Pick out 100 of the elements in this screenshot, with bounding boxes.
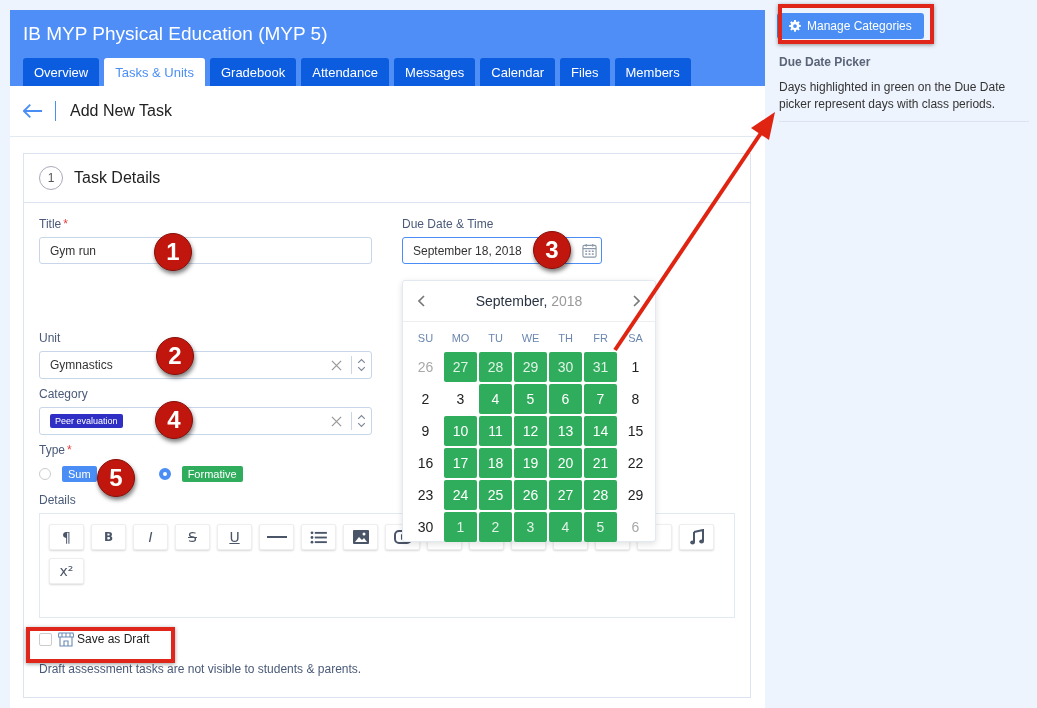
checkbox-label[interactable]: Save as Draft bbox=[77, 632, 150, 646]
calendar-day[interactable]: 29 bbox=[619, 480, 652, 510]
calendar-day[interactable]: 5 bbox=[514, 384, 547, 414]
calendar-day[interactable]: 10 bbox=[444, 416, 477, 446]
calendar-day[interactable]: 6 bbox=[549, 384, 582, 414]
calendar-day[interactable]: 30 bbox=[549, 352, 582, 382]
year-label: 2018 bbox=[551, 293, 583, 309]
field-label: Category bbox=[39, 387, 88, 401]
calendar-day[interactable]: 3 bbox=[444, 384, 477, 414]
calendar-day[interactable]: 27 bbox=[549, 480, 582, 510]
sidebar-heading: Due Date Picker bbox=[779, 55, 872, 69]
required-mark: * bbox=[63, 217, 68, 231]
weekday-label: SU bbox=[417, 332, 434, 346]
calendar-day[interactable]: 22 bbox=[619, 448, 652, 478]
calendar-day[interactable]: 4 bbox=[549, 512, 582, 542]
calendar-day[interactable]: 15 bbox=[619, 416, 652, 446]
calendar-day[interactable]: 1 bbox=[444, 512, 477, 542]
calendar-day[interactable]: 23 bbox=[409, 480, 442, 510]
draft-note: Draft assessment tasks are not visible to students & parents. bbox=[39, 662, 363, 676]
list-button[interactable] bbox=[301, 524, 336, 550]
calendar-day[interactable]: 13 bbox=[549, 416, 582, 446]
page-title: Add New Task bbox=[70, 102, 172, 120]
weekday-label: WE bbox=[521, 332, 540, 346]
horizontal-line-button[interactable] bbox=[259, 524, 294, 550]
calendar-day[interactable]: 30 bbox=[409, 512, 442, 542]
month-label: September, bbox=[475, 293, 548, 309]
image-button[interactable] bbox=[343, 524, 378, 550]
type-tag: Formative bbox=[181, 466, 243, 482]
next-chevron-icon[interactable] bbox=[632, 295, 640, 307]
calendar-day[interactable]: 26 bbox=[514, 480, 547, 510]
calendar-day[interactable]: 29 bbox=[514, 352, 547, 382]
calendar-day[interactable]: 2 bbox=[409, 384, 442, 414]
list-icon bbox=[310, 530, 327, 544]
bold-button[interactable]: B bbox=[91, 524, 126, 550]
weekday-label: FR bbox=[593, 332, 608, 346]
checkbox[interactable] bbox=[39, 632, 52, 646]
tab[interactable]: Overview bbox=[23, 58, 100, 86]
toolbar-button[interactable]: ¶ bbox=[49, 524, 84, 550]
calendar-day[interactable]: 4 bbox=[479, 384, 512, 414]
horizontal-line-icon bbox=[266, 535, 287, 539]
weekday-label: TU bbox=[488, 332, 503, 346]
sidebar-text: Days highlighted in green on the Due Date picker represent days with class periods. bbox=[779, 79, 1007, 113]
calendar-day[interactable]: 3 bbox=[514, 512, 547, 542]
calendar-day[interactable]: 19 bbox=[514, 448, 547, 478]
tab[interactable]: Messages bbox=[394, 58, 476, 86]
radio-button[interactable] bbox=[158, 468, 171, 480]
weekday-label: MO bbox=[451, 332, 470, 346]
tab[interactable]: Members bbox=[614, 58, 691, 86]
tab[interactable]: Tasks & Units bbox=[104, 58, 205, 86]
calendar-day[interactable]: 28 bbox=[584, 480, 617, 510]
type-tag: Sum bbox=[62, 466, 97, 482]
music-note-icon bbox=[689, 529, 704, 545]
calendar-day[interactable]: 14 bbox=[584, 416, 617, 446]
calendar-day[interactable]: 8 bbox=[619, 384, 652, 414]
storefront-icon bbox=[58, 631, 74, 647]
calendar-day[interactable]: 9 bbox=[409, 416, 442, 446]
tab[interactable]: Calendar bbox=[480, 58, 556, 86]
section-title: Task Details bbox=[74, 169, 161, 187]
calendar-day[interactable]: 20 bbox=[549, 448, 582, 478]
calendar-day[interactable]: 16 bbox=[409, 448, 442, 478]
calendar-day[interactable]: 24 bbox=[444, 480, 477, 510]
calendar-day[interactable]: 5 bbox=[584, 512, 617, 542]
calendar-day[interactable]: 12 bbox=[514, 416, 547, 446]
calendar-day[interactable]: 18 bbox=[479, 448, 512, 478]
calendar-day[interactable]: 2 bbox=[479, 512, 512, 542]
calendar-day[interactable]: 27 bbox=[444, 352, 477, 382]
field-label: Title bbox=[39, 217, 62, 231]
tab[interactable]: Gradebook bbox=[209, 58, 297, 86]
strikethrough-button[interactable]: S bbox=[175, 524, 210, 550]
weekday-label: TH bbox=[558, 332, 573, 346]
calendar-day[interactable]: 26 bbox=[409, 352, 442, 382]
back-arrow-icon[interactable] bbox=[23, 103, 43, 119]
calendar-day[interactable]: 11 bbox=[479, 416, 512, 446]
manage-categories-button[interactable]: Manage Categories bbox=[777, 13, 924, 39]
tab[interactable]: Attendance bbox=[301, 58, 390, 86]
tab[interactable]: Files bbox=[560, 58, 610, 86]
course-title: IB MYP Physical Education (MYP 5) bbox=[23, 23, 329, 46]
italic-button[interactable]: I bbox=[133, 524, 168, 550]
weekday-label: SA bbox=[628, 332, 643, 346]
underline-button[interactable]: U bbox=[217, 524, 252, 550]
clear-icon[interactable] bbox=[331, 415, 342, 427]
music-button[interactable] bbox=[679, 524, 714, 550]
previous-chevron-icon[interactable] bbox=[418, 295, 426, 307]
calendar-day[interactable]: 1 bbox=[619, 352, 652, 382]
calendar-day[interactable]: 21 bbox=[584, 448, 617, 478]
toolbar-button[interactable]: x² bbox=[49, 558, 84, 584]
calendar-day[interactable]: 28 bbox=[479, 352, 512, 382]
image-icon bbox=[352, 530, 369, 544]
required-mark: * bbox=[67, 443, 72, 457]
calendar-day[interactable]: 31 bbox=[584, 352, 617, 382]
settings-icon bbox=[789, 20, 801, 32]
calendar-day[interactable]: 6 bbox=[619, 512, 652, 542]
calendar-icon[interactable] bbox=[582, 243, 597, 258]
field-label: Unit bbox=[39, 331, 61, 345]
calendar-day[interactable]: 25 bbox=[479, 480, 512, 510]
calendar-day[interactable]: 17 bbox=[444, 448, 477, 478]
category-tag: Peer evaluation bbox=[50, 414, 123, 428]
calendar-day[interactable]: 7 bbox=[584, 384, 617, 414]
clear-icon[interactable] bbox=[331, 359, 342, 371]
field-label: Type bbox=[39, 443, 65, 457]
